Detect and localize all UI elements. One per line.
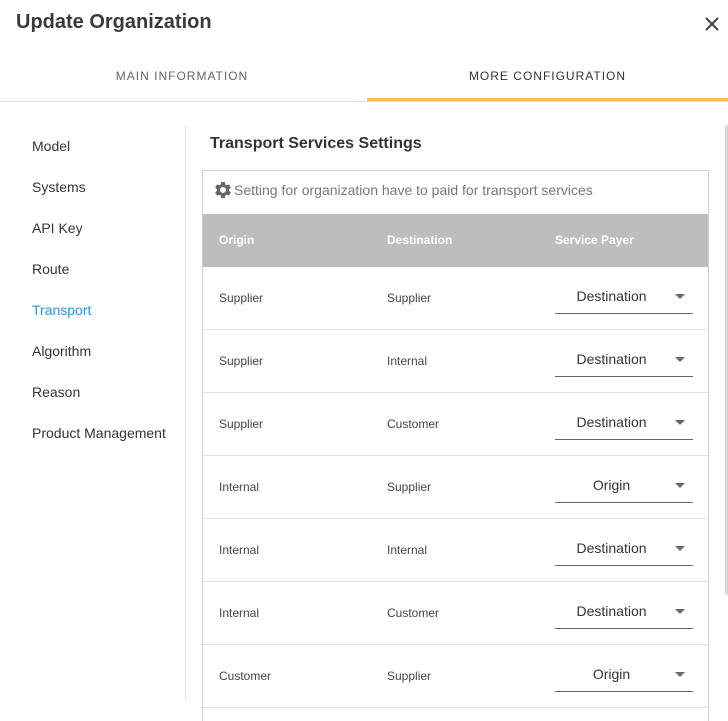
origin-cell: Customer	[219, 669, 272, 683]
sidebar-item-route[interactable]: Route	[32, 261, 69, 277]
close-icon	[705, 17, 719, 31]
table-row: Supplier Supplier Destination	[203, 267, 708, 330]
sidebar-item-api-key[interactable]: API Key	[32, 220, 83, 236]
service-payer-value: Destination	[576, 540, 647, 556]
settings-hint: Setting for organization have to paid fo…	[213, 180, 593, 200]
column-header-origin: Origin	[219, 233, 255, 247]
dialog-title: Update Organization	[16, 11, 212, 33]
tab-more-configuration[interactable]: MORE CONFIGURATION	[367, 52, 728, 102]
origin-cell: Supplier	[219, 291, 264, 305]
service-payer-value: Destination	[576, 414, 647, 430]
sidebar-item-systems[interactable]: Systems	[32, 179, 86, 195]
transport-settings-panel: Setting for organization have to paid fo…	[202, 170, 709, 721]
active-tab-indicator	[367, 98, 728, 101]
sidebar-item-algorithm[interactable]: Algorithm	[32, 343, 91, 359]
service-payer-value: Destination	[576, 603, 647, 619]
settings-hint-text: Setting for organization have to paid fo…	[234, 182, 593, 198]
service-payer-value: Destination	[576, 288, 647, 304]
tab-main-information[interactable]: MAIN INFORMATION	[0, 52, 364, 102]
chevron-down-icon	[675, 546, 685, 551]
service-payer-value: Origin	[592, 666, 631, 682]
service-payer-select[interactable]: Destination	[555, 345, 693, 377]
service-payer-select[interactable]: Destination	[555, 282, 693, 314]
close-button[interactable]	[700, 12, 724, 36]
destination-cell: Supplier	[387, 480, 432, 494]
destination-cell: Internal	[387, 354, 428, 368]
destination-cell: Customer	[387, 417, 440, 431]
chevron-down-icon	[675, 609, 685, 614]
service-payer-select[interactable]: Destination	[555, 597, 693, 629]
chevron-down-icon	[675, 294, 685, 299]
origin-cell: Supplier	[219, 417, 264, 431]
service-payer-value: Origin	[592, 477, 631, 493]
column-header-destination: Destination	[387, 233, 453, 247]
config-sidebar: Model Systems API Key Route Transport Al…	[0, 125, 186, 700]
table-row: Customer Supplier Origin	[203, 645, 708, 708]
dialog-header: Update Organization	[0, 0, 728, 52]
chevron-down-icon	[675, 357, 685, 362]
chevron-down-icon	[675, 483, 685, 488]
origin-cell: Internal	[219, 543, 260, 557]
sidebar-item-reason[interactable]: Reason	[32, 384, 80, 400]
service-payer-select[interactable]: Origin	[555, 660, 693, 692]
table-row: Internal Internal Destination	[203, 519, 708, 582]
table-header: Origin Destination Service Payer	[203, 214, 708, 267]
sidebar-item-transport[interactable]: Transport	[32, 302, 91, 318]
service-payer-select[interactable]: Destination	[555, 408, 693, 440]
column-header-service-payer: Service Payer	[555, 233, 634, 247]
origin-cell: Internal	[219, 606, 260, 620]
destination-cell: Supplier	[387, 291, 432, 305]
destination-cell: Customer	[387, 606, 440, 620]
destination-cell: Internal	[387, 543, 428, 557]
origin-cell: Supplier	[219, 354, 264, 368]
gear-icon	[215, 181, 231, 198]
destination-cell: Supplier	[387, 669, 432, 683]
origin-cell: Internal	[219, 480, 260, 494]
table-row: Supplier Internal Destination	[203, 330, 708, 393]
service-payer-select[interactable]: Destination	[555, 534, 693, 566]
service-payer-select[interactable]: Origin	[555, 471, 693, 503]
table-row: Supplier Customer Destination	[203, 393, 708, 456]
chevron-down-icon	[675, 420, 685, 425]
tab-bar: MAIN INFORMATION MORE CONFIGURATION	[0, 52, 728, 102]
table-row: Internal Customer Destination	[203, 582, 708, 645]
table-row: Internal Supplier Origin	[203, 456, 708, 519]
sidebar-item-model[interactable]: Model	[32, 138, 70, 154]
chevron-down-icon	[675, 672, 685, 677]
service-payer-value: Destination	[576, 351, 647, 367]
section-title: Transport Services Settings	[210, 135, 422, 152]
sidebar-item-product-management[interactable]: Product Management	[32, 425, 166, 441]
